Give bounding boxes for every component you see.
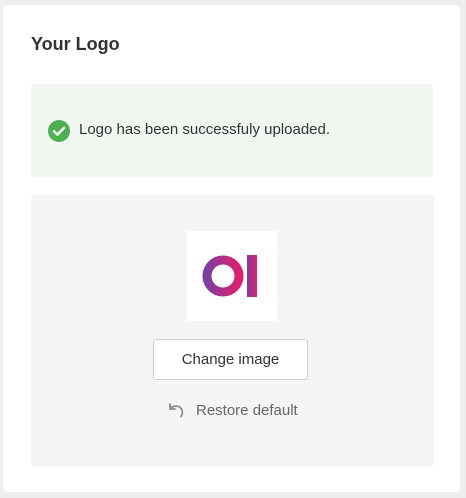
restore-default-label: Restore default — [196, 401, 298, 419]
logo-preview — [187, 231, 277, 321]
undo-icon — [169, 403, 184, 418]
success-message: Logo has been successfuly uploaded. — [79, 121, 331, 138]
card-title: Your Logo — [31, 34, 120, 54]
change-image-button[interactable]: Change image — [153, 339, 308, 380]
success-alert: Logo has been successfuly uploaded. — [31, 84, 433, 177]
restore-default-link[interactable]: Restore default — [166, 398, 298, 422]
check-circle-icon — [48, 120, 70, 142]
logo-settings-card: Your Logo Logo has been successfuly uplo… — [3, 5, 460, 492]
brand-logo — [202, 255, 257, 297]
logo-upload-area: Change image Restore default — [31, 195, 434, 466]
